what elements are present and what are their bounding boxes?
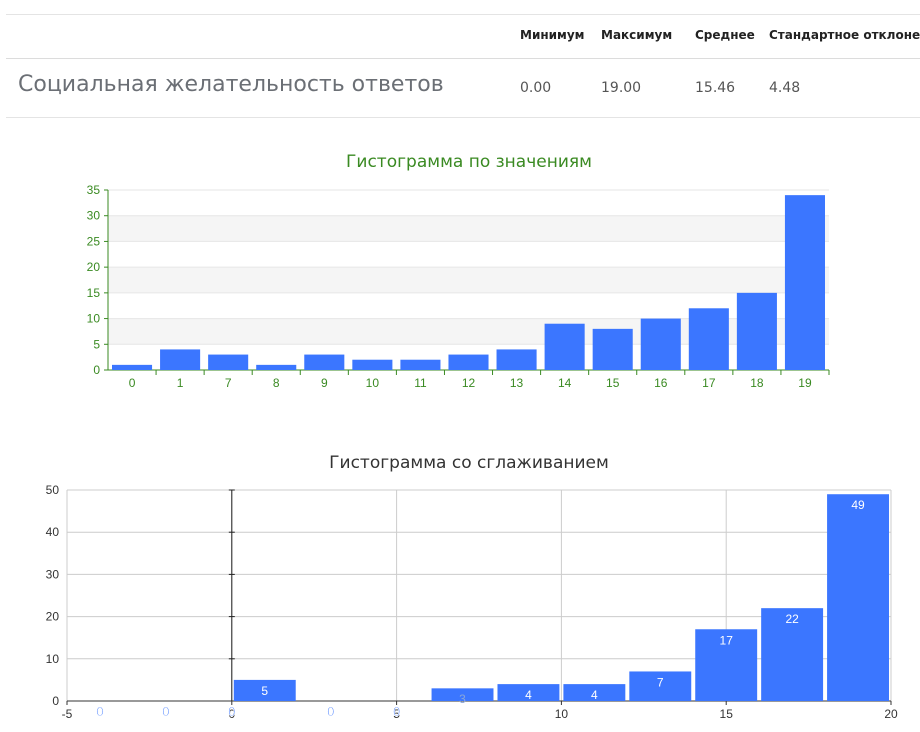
y-tick-label: 30 xyxy=(46,567,60,581)
x-tick-label: -5 xyxy=(62,707,73,721)
data-label: 22 xyxy=(785,612,799,626)
data-label: 0 xyxy=(393,704,400,719)
data-label: 4 xyxy=(525,688,532,702)
data-label: 0 xyxy=(162,704,169,719)
data-label: 5 xyxy=(261,684,268,698)
data-label: 0 xyxy=(96,704,103,719)
data-label: 49 xyxy=(851,498,865,512)
x-tick-label: 10 xyxy=(555,707,569,721)
y-tick-label: 10 xyxy=(46,652,60,666)
y-tick-label: 40 xyxy=(46,525,60,539)
chart-smoothed-histogram: 01020304050-5 0 5 10 15 200 0 050 03 4 47172249 xyxy=(46,483,898,721)
y-tick-label: 0 xyxy=(52,694,59,708)
bar xyxy=(827,494,889,701)
x-tick-label: 15 xyxy=(720,707,734,721)
y-tick-label: 20 xyxy=(46,610,60,624)
data-label: 3 xyxy=(459,692,466,706)
x-tick-label: 20 xyxy=(884,707,898,721)
data-label: 4 xyxy=(591,688,598,702)
data-label: 7 xyxy=(657,675,664,689)
data-label: 17 xyxy=(720,633,734,647)
data-label: 0 xyxy=(327,704,334,719)
data-label: 0 xyxy=(228,704,235,719)
y-tick-label: 50 xyxy=(46,483,60,497)
